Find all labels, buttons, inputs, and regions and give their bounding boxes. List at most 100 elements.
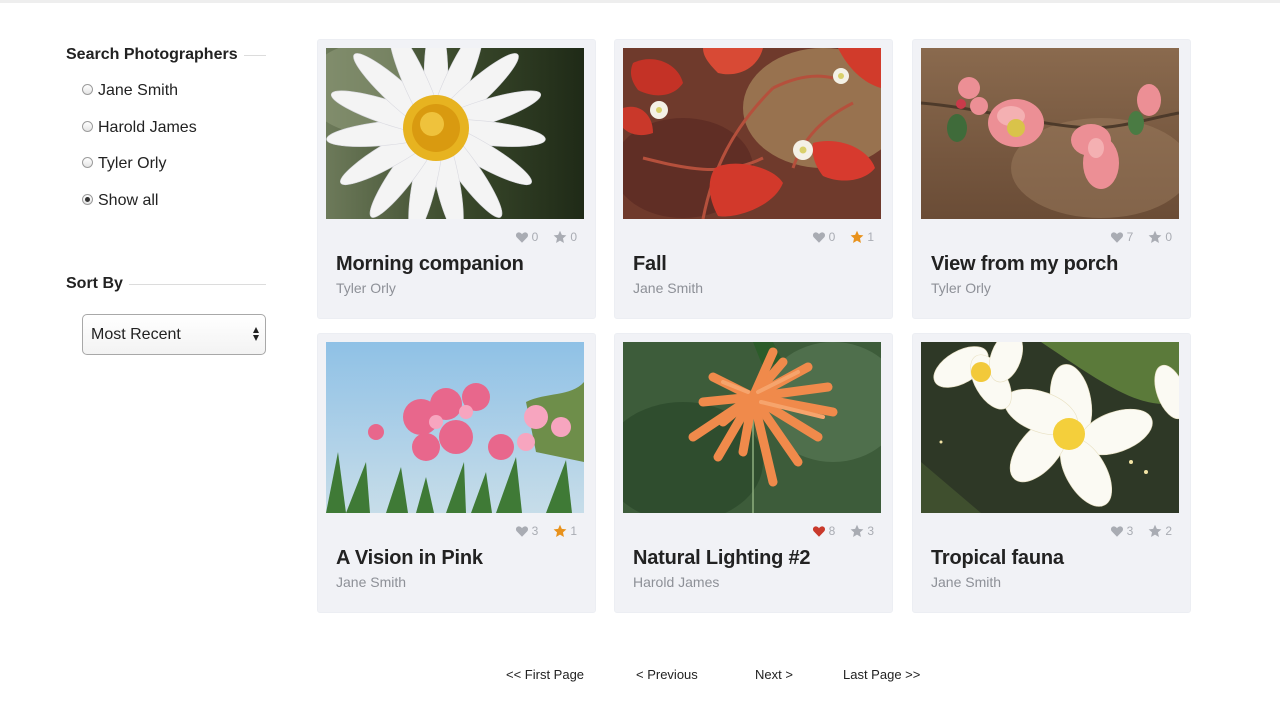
photo-author[interactable]: Jane Smith <box>336 574 406 590</box>
photo-title[interactable]: Morning companion <box>336 253 524 276</box>
sort-title: Sort By <box>66 275 123 293</box>
select-arrows-icon <box>253 327 259 342</box>
photo-stats: 0 1 <box>812 230 874 244</box>
star-icon <box>553 230 567 243</box>
photographers-heading: Search Photographers <box>66 44 266 66</box>
star-icon <box>553 524 567 537</box>
photo-title[interactable]: View from my porch <box>931 253 1118 276</box>
photo-thumbnail[interactable] <box>623 48 881 219</box>
heart-icon <box>812 232 825 243</box>
radio-label: Harold James <box>98 118 197 136</box>
likes-count[interactable]: 8 <box>812 524 836 538</box>
photo-thumbnail[interactable] <box>623 342 881 513</box>
photo-stats: 3 1 <box>515 524 577 538</box>
white-daisy-image <box>326 48 584 219</box>
heart-icon <box>1110 526 1123 537</box>
photo-title[interactable]: A Vision in Pink <box>336 547 483 570</box>
photographer-option-show-all[interactable]: Show all <box>82 192 266 229</box>
last-page-link[interactable]: Last Page >> <box>843 667 920 682</box>
photo-card[interactable]: 8 3 Natural Lighting #2 Harold James <box>614 333 893 613</box>
pink-blossoms-image <box>921 48 1179 219</box>
stars-count[interactable]: 1 <box>850 230 874 244</box>
radio-button[interactable] <box>82 84 93 95</box>
next-page-link[interactable]: Next > <box>755 667 793 682</box>
likes-value: 3 <box>1126 524 1134 538</box>
photo-title[interactable]: Fall <box>633 253 667 276</box>
photo-stats: 8 3 <box>812 524 874 538</box>
photo-author[interactable]: Jane Smith <box>633 280 703 296</box>
sort-heading: Sort By <box>66 273 266 295</box>
photographer-option-harold-james[interactable]: Harold James <box>82 119 266 156</box>
radio-button[interactable] <box>82 157 93 169</box>
pink-oleander-image <box>326 342 584 513</box>
photo-card[interactable]: 7 0 View from my porch Tyler Orly <box>912 39 1191 319</box>
photo-card[interactable]: 0 1 Fall Jane Smith <box>614 39 893 319</box>
photo-thumbnail[interactable] <box>921 342 1179 513</box>
heart-icon <box>515 232 528 243</box>
likes-value: 3 <box>531 524 539 538</box>
photo-author[interactable]: Harold James <box>633 574 719 590</box>
sort-selected-value: Most Recent <box>91 325 181 343</box>
photo-author[interactable]: Tyler Orly <box>931 280 991 296</box>
heart-icon <box>515 526 528 537</box>
likes-value: 0 <box>828 230 836 244</box>
photo-title[interactable]: Natural Lighting #2 <box>633 547 811 570</box>
white-frangipani-image <box>921 342 1179 513</box>
stars-value: 1 <box>867 230 874 244</box>
filter-sidebar: Search Photographers Jane Smith Harold J… <box>66 44 266 356</box>
photo-author[interactable]: Tyler Orly <box>336 280 396 296</box>
photo-thumbnail[interactable] <box>921 48 1179 219</box>
heart-icon <box>812 526 825 537</box>
photo-card[interactable]: 0 0 Morning companion Tyler Orly <box>317 39 596 319</box>
stars-count[interactable]: 0 <box>1148 230 1172 244</box>
orange-trumpet-flowers-image <box>623 342 881 513</box>
likes-value: 7 <box>1126 230 1134 244</box>
photo-card[interactable]: 3 2 Tropical fauna Jane Smith <box>912 333 1191 613</box>
star-icon <box>850 524 864 537</box>
likes-count[interactable]: 0 <box>515 230 539 244</box>
likes-count[interactable]: 3 <box>1110 524 1134 538</box>
pagination: << First Page < Previous Next > Last Pag… <box>0 667 1280 683</box>
likes-value: 8 <box>828 524 836 538</box>
radio-button-selected[interactable] <box>82 193 93 205</box>
photo-stats: 7 0 <box>1110 230 1172 244</box>
sort-select[interactable]: Most Recent <box>82 314 266 356</box>
heading-divider <box>243 54 266 56</box>
radio-label: Show all <box>98 191 159 209</box>
top-border <box>0 0 1280 3</box>
likes-value: 0 <box>531 230 539 244</box>
radio-label: Jane Smith <box>98 82 179 99</box>
photo-author[interactable]: Jane Smith <box>931 574 1001 590</box>
photographers-title: Search Photographers <box>66 46 238 63</box>
photo-card[interactable]: 3 1 A Vision in Pink Jane Smith <box>317 333 596 613</box>
first-page-link[interactable]: << First Page <box>506 667 584 682</box>
star-icon <box>850 230 864 243</box>
likes-count[interactable]: 7 <box>1110 230 1134 244</box>
stars-count[interactable]: 2 <box>1148 524 1172 538</box>
photo-thumbnail[interactable] <box>326 342 584 513</box>
previous-page-link[interactable]: < Previous <box>636 667 698 682</box>
photographer-option-jane-smith[interactable]: Jane Smith <box>82 82 266 119</box>
photo-grid: 0 0 Morning companion Tyler Orly 0 1 Fal… <box>317 39 1193 614</box>
photographer-radio-group: Jane Smith Harold James Tyler Orly Show … <box>66 82 266 228</box>
photo-title[interactable]: Tropical fauna <box>931 547 1064 570</box>
stars-count[interactable]: 3 <box>850 524 874 538</box>
star-icon <box>1148 230 1162 243</box>
stars-value: 2 <box>1165 524 1172 538</box>
photo-stats: 0 0 <box>515 230 577 244</box>
red-leaves-image <box>623 48 881 219</box>
heart-icon <box>1110 232 1123 243</box>
stars-count[interactable]: 0 <box>553 230 577 244</box>
stars-value: 0 <box>1165 230 1172 244</box>
photographer-option-tyler-orly[interactable]: Tyler Orly <box>82 155 266 192</box>
photo-stats: 3 2 <box>1110 524 1172 538</box>
stars-value: 1 <box>570 524 577 538</box>
stars-value: 0 <box>570 230 577 244</box>
stars-count[interactable]: 1 <box>553 524 577 538</box>
likes-count[interactable]: 0 <box>812 230 836 244</box>
likes-count[interactable]: 3 <box>515 524 539 538</box>
photo-thumbnail[interactable] <box>326 48 584 219</box>
stars-value: 3 <box>867 524 874 538</box>
radio-button[interactable] <box>82 120 93 132</box>
star-icon <box>1148 524 1162 537</box>
